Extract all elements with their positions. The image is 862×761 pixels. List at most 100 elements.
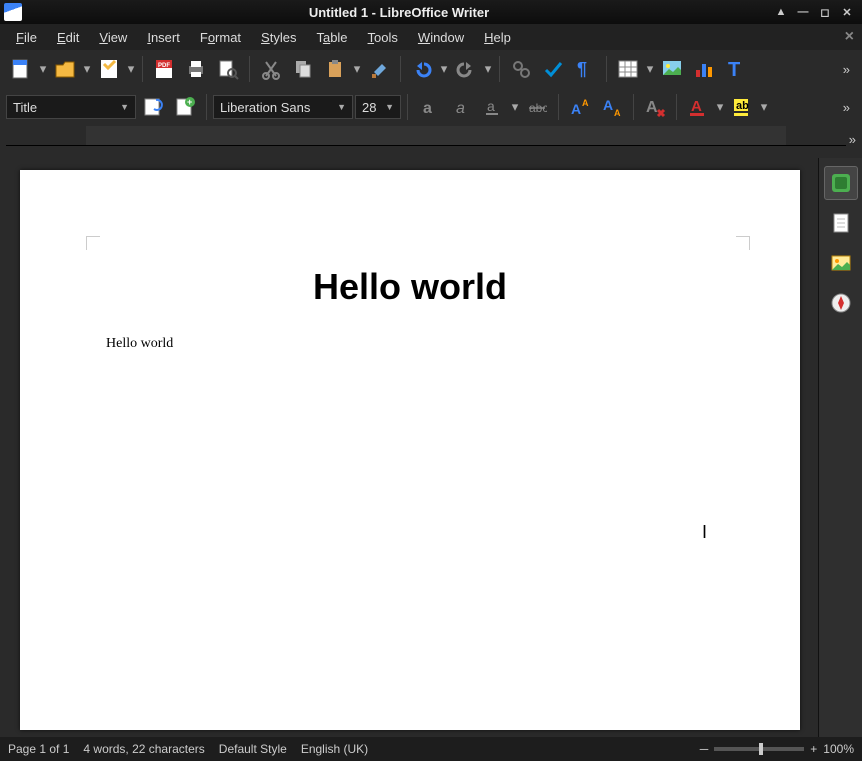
- find-replace-button[interactable]: [506, 54, 536, 84]
- format-toolbar-expand[interactable]: »: [837, 100, 856, 115]
- sidebar-navigator-button[interactable]: [824, 286, 858, 320]
- svg-text:A: A: [614, 108, 621, 118]
- paste-dropdown[interactable]: ▾: [352, 61, 362, 77]
- bold-button[interactable]: a: [414, 92, 444, 122]
- zoom-control[interactable]: ─ + 100%: [700, 742, 854, 756]
- print-preview-button[interactable]: [213, 54, 243, 84]
- close-document-button[interactable]: ×: [845, 28, 854, 46]
- main-toolbar: ▾ ▾ ▾ PDF ▾ ▾ ▾ ¶: [0, 50, 862, 88]
- paste-button[interactable]: [320, 54, 350, 84]
- highlight-button[interactable]: ab: [727, 92, 757, 122]
- menu-table[interactable]: Table: [308, 28, 355, 47]
- menu-styles[interactable]: Styles: [253, 28, 304, 47]
- font-name-select[interactable]: Liberation Sans ▼: [213, 95, 353, 119]
- font-color-button[interactable]: A: [683, 92, 713, 122]
- horizontal-ruler[interactable]: [6, 126, 846, 146]
- sidebar-gallery-button[interactable]: [824, 246, 858, 280]
- menu-view[interactable]: View: [91, 28, 135, 47]
- svg-text:a: a: [456, 100, 465, 117]
- svg-text:PDF: PDF: [158, 63, 170, 69]
- font-color-dropdown[interactable]: ▾: [715, 99, 725, 115]
- menu-insert[interactable]: Insert: [139, 28, 188, 47]
- zoom-out-icon[interactable]: ─: [700, 742, 709, 756]
- document-body-text[interactable]: Hello world: [106, 336, 728, 352]
- copy-button[interactable]: [288, 54, 318, 84]
- titlebar: Untitled 1 - LibreOffice Writer ▲ — ◻ ✕: [0, 0, 862, 24]
- close-window-button[interactable]: ✕: [839, 4, 855, 20]
- new-style-button[interactable]: +: [170, 92, 200, 122]
- zoom-slider[interactable]: [714, 747, 804, 751]
- table-dropdown[interactable]: ▾: [645, 61, 655, 77]
- svg-text:a: a: [423, 100, 432, 117]
- svg-text:A: A: [646, 99, 658, 116]
- font-size-select[interactable]: 28 ▼: [355, 95, 401, 119]
- superscript-button[interactable]: AA: [565, 92, 595, 122]
- open-button[interactable]: [50, 54, 80, 84]
- chevron-down-icon: ▼: [385, 102, 394, 112]
- underline-button[interactable]: a: [478, 92, 508, 122]
- svg-text:A: A: [582, 98, 589, 108]
- print-button[interactable]: [181, 54, 211, 84]
- spellcheck-button[interactable]: [538, 54, 568, 84]
- menu-file[interactable]: File: [8, 28, 45, 47]
- text-cursor-icon: I: [702, 522, 707, 543]
- update-style-button[interactable]: [138, 92, 168, 122]
- sidebar-expand[interactable]: »: [849, 132, 856, 147]
- svg-text:A: A: [603, 97, 613, 113]
- undo-button[interactable]: [407, 54, 437, 84]
- cut-button[interactable]: [256, 54, 286, 84]
- toolbar-expand[interactable]: »: [837, 62, 856, 77]
- save-button[interactable]: [94, 54, 124, 84]
- document-page[interactable]: Hello world Hello world I: [20, 170, 800, 730]
- document-title-text[interactable]: Hello world: [20, 266, 800, 308]
- undo-dropdown[interactable]: ▾: [439, 61, 449, 77]
- clone-formatting-button[interactable]: [364, 54, 394, 84]
- clear-formatting-button[interactable]: A: [640, 92, 670, 122]
- open-dropdown[interactable]: ▾: [82, 61, 92, 77]
- svg-text:+: +: [187, 97, 192, 107]
- redo-button[interactable]: [451, 54, 481, 84]
- insert-chart-button[interactable]: [689, 54, 719, 84]
- menu-format[interactable]: Format: [192, 28, 249, 47]
- menu-window[interactable]: Window: [410, 28, 472, 47]
- menu-help[interactable]: Help: [476, 28, 519, 47]
- save-dropdown[interactable]: ▾: [126, 61, 136, 77]
- redo-dropdown[interactable]: ▾: [483, 61, 493, 77]
- formatting-marks-button[interactable]: ¶: [570, 54, 600, 84]
- subscript-button[interactable]: AA: [597, 92, 627, 122]
- insert-textbox-button[interactable]: T: [721, 54, 751, 84]
- zoom-in-icon[interactable]: +: [810, 742, 817, 756]
- insert-image-button[interactable]: [657, 54, 687, 84]
- menubar: File Edit View Insert Format Styles Tabl…: [0, 24, 862, 50]
- style-value: Title: [13, 100, 37, 115]
- highlight-dropdown[interactable]: ▾: [759, 99, 769, 115]
- statusbar: Page 1 of 1 4 words, 22 characters Defau…: [0, 737, 862, 761]
- new-document-button[interactable]: [6, 54, 36, 84]
- pin-icon[interactable]: ▲: [773, 4, 789, 20]
- paragraph-style-select[interactable]: Title ▼: [6, 95, 136, 119]
- margin-marker: [86, 236, 100, 250]
- sidebar-properties-button[interactable]: [824, 166, 858, 200]
- status-style[interactable]: Default Style: [219, 742, 287, 756]
- margin-marker: [736, 236, 750, 250]
- export-pdf-button[interactable]: PDF: [149, 54, 179, 84]
- strikethrough-button[interactable]: abc: [522, 92, 552, 122]
- insert-table-button[interactable]: [613, 54, 643, 84]
- italic-button[interactable]: a: [446, 92, 476, 122]
- menu-tools[interactable]: Tools: [360, 28, 406, 47]
- underline-dropdown[interactable]: ▾: [510, 99, 520, 115]
- sidebar: »: [818, 158, 862, 737]
- status-page[interactable]: Page 1 of 1: [8, 742, 69, 756]
- svg-text:A: A: [571, 101, 581, 117]
- status-words[interactable]: 4 words, 22 characters: [83, 742, 204, 756]
- minimize-button[interactable]: —: [795, 4, 811, 20]
- zoom-value[interactable]: 100%: [823, 742, 854, 756]
- sidebar-page-button[interactable]: [824, 206, 858, 240]
- maximize-button[interactable]: ◻: [817, 4, 833, 20]
- menu-edit[interactable]: Edit: [49, 28, 87, 47]
- font-value: Liberation Sans: [220, 100, 310, 115]
- status-language[interactable]: English (UK): [301, 742, 368, 756]
- svg-text:a: a: [487, 98, 495, 114]
- svg-text:T: T: [728, 59, 740, 80]
- new-dropdown[interactable]: ▾: [38, 61, 48, 77]
